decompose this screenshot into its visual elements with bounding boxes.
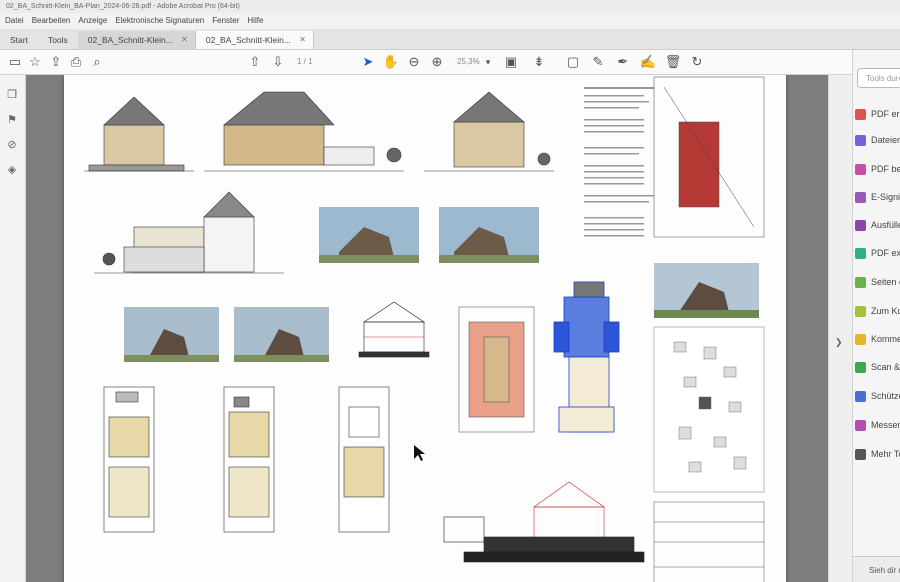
comment-icon <box>855 333 866 345</box>
tool-esign[interactable]: E-Signieren <box>855 188 900 206</box>
esign-icon <box>855 191 866 203</box>
delete-icon[interactable]: 🗑 <box>664 53 682 71</box>
elevation-1 <box>84 96 194 172</box>
chevron-right-icon[interactable]: ❯ <box>835 337 843 348</box>
shield-icon <box>855 390 866 402</box>
combine-icon <box>855 134 866 146</box>
attachment-icon[interactable]: ⊘ <box>5 137 19 151</box>
menu-fenster[interactable]: Fenster <box>212 16 239 29</box>
tool-combine[interactable]: Dateien kombinieren <box>855 131 900 149</box>
tab-tools[interactable]: Tools <box>38 31 78 49</box>
architectural-plan-drawing <box>84 76 765 582</box>
floor-plan-3 <box>338 386 390 533</box>
fit-page-icon[interactable]: ▣ <box>502 53 520 71</box>
menu-hilfe[interactable]: Hilfe <box>247 16 263 29</box>
tab-start[interactable]: Start <box>0 31 38 49</box>
scroll-mode-icon[interactable]: ⇟ <box>530 53 548 71</box>
tab-document-2[interactable]: 02_BA_Schnitt-Klein... ✕ <box>195 31 314 49</box>
pdf-export-icon <box>855 247 866 259</box>
main-toolbar: ▭ ☆ ⇪ ⎙ ⌕ ⇧ ⇩ 1 / 1 ➤ ✋ ⊖ ⊕ 25,3% ▾ ▣ ⇟ … <box>0 50 900 75</box>
left-navigation-rail: ❐ ⚑ ⊘ ◈ <box>0 75 26 582</box>
bottom-section <box>443 481 645 563</box>
sign-icon[interactable]: ✒ <box>614 53 632 71</box>
star-icon[interactable]: ☆ <box>26 53 44 71</box>
tool-comment[interactable]: Kommentieren <box>855 330 900 348</box>
zoom-level[interactable]: 25,3% <box>457 57 480 66</box>
tool-measure[interactable]: Messen <box>855 416 900 434</box>
window-title: 02_BA_Schnitt-Klein_BA-Plan_2024-06-28.p… <box>6 3 240 10</box>
save-icon[interactable]: ▭ <box>6 53 24 71</box>
fill-sign-icon <box>855 219 866 231</box>
ruler-icon <box>855 419 866 431</box>
window-title-bar: 02_BA_Schnitt-Klein_BA-Plan_2024-06-28.p… <box>0 0 900 13</box>
section-elevation <box>94 191 284 274</box>
zoom-out-icon[interactable]: ⊖ <box>405 53 423 71</box>
tool-scan-ocr[interactable]: Scan & OCR <box>855 358 900 376</box>
section-drawing <box>358 301 430 358</box>
rotate-icon[interactable]: ↻ <box>688 53 706 71</box>
tab-document-1[interactable]: 02_BA_Schnitt-Klein... ✕ <box>77 31 196 49</box>
upload-icon[interactable]: ⇪ <box>47 53 65 71</box>
close-icon[interactable]: ✕ <box>181 35 188 44</box>
tool-organize-pages[interactable]: Seiten organisieren <box>855 273 900 291</box>
title-block <box>653 501 765 582</box>
wrench-icon <box>855 448 866 460</box>
search-icon[interactable]: ⌕ <box>88 53 106 71</box>
close-icon[interactable]: ✕ <box>299 35 306 44</box>
floor-plan-1 <box>103 386 155 533</box>
pdf-edit-icon <box>855 163 866 175</box>
organize-pages-icon <box>855 276 866 288</box>
comment-icon[interactable]: ▢ <box>564 53 582 71</box>
site-plan <box>653 76 765 238</box>
tool-protect[interactable]: Schützen <box>855 387 900 405</box>
tool-fill-sign[interactable]: Ausfüllen & unterschreiben <box>855 216 900 234</box>
stamp-icon[interactable]: ✍ <box>639 53 657 71</box>
layers-icon[interactable]: ◈ <box>5 162 19 176</box>
menu-elektronische-signaturen[interactable]: Elektronische Signaturen <box>115 16 204 29</box>
roof-plan <box>458 306 535 433</box>
highlight-pen-icon[interactable]: ✎ <box>589 53 607 71</box>
page-up-icon[interactable]: ⇧ <box>246 53 264 71</box>
pdf-page[interactable] <box>64 75 786 582</box>
zoom-in-icon[interactable]: ⊕ <box>428 53 446 71</box>
page-down-icon[interactable]: ⇩ <box>269 53 287 71</box>
menu-bearbeiten[interactable]: Bearbeiten <box>32 16 71 29</box>
send-comment-icon <box>855 305 866 317</box>
document-view[interactable] <box>26 75 828 582</box>
chevron-down-icon[interactable]: ▾ <box>479 53 497 71</box>
tools-panel: Tools durchsuchen PDF erstellen Dateien … <box>852 50 900 582</box>
tool-pdf-edit[interactable]: PDF bearbeiten <box>855 160 900 178</box>
floor-plan-2 <box>223 386 275 533</box>
tab-document-2-label: 02_BA_Schnitt-Klein... <box>205 35 291 45</box>
tool-send-comment[interactable]: Zum Kommentieren senden <box>855 302 900 320</box>
cadastral-map <box>653 326 765 493</box>
ground-floor-plan-blue <box>553 281 620 433</box>
menu-datei[interactable]: Datei <box>5 16 24 29</box>
elevation-3 <box>424 91 554 172</box>
page-indicator[interactable]: 1 / 1 <box>297 57 313 66</box>
side-collapse-strip[interactable]: ❯ <box>828 75 852 582</box>
panel-footer[interactable]: Sieh dir mehr an <box>853 556 900 582</box>
tab-bar: Start Tools 02_BA_Schnitt-Klein... ✕ 02_… <box>0 29 900 50</box>
pdf-create-icon <box>855 108 866 120</box>
menu-bar: Datei Bearbeiten Anzeige Elektronische S… <box>0 13 900 29</box>
scan-icon <box>855 361 866 373</box>
tool-pdf-export[interactable]: PDF exportieren <box>855 244 900 262</box>
pages-icon[interactable]: ❐ <box>5 87 19 101</box>
mouse-pointer <box>414 445 425 461</box>
select-cursor-icon[interactable]: ➤ <box>359 53 377 71</box>
print-icon[interactable]: ⎙ <box>67 53 85 71</box>
tools-search-input[interactable]: Tools durchsuchen <box>857 68 900 88</box>
elevation-2 <box>204 91 404 172</box>
tab-document-1-label: 02_BA_Schnitt-Klein... <box>87 35 173 45</box>
tool-more[interactable]: Mehr Tools <box>855 445 900 463</box>
text-table <box>584 87 654 237</box>
tool-pdf-create[interactable]: PDF erstellen <box>855 105 900 123</box>
bookmark-icon[interactable]: ⚑ <box>5 112 19 126</box>
menu-anzeige[interactable]: Anzeige <box>78 16 107 29</box>
hand-tool-icon[interactable]: ✋ <box>382 53 400 71</box>
